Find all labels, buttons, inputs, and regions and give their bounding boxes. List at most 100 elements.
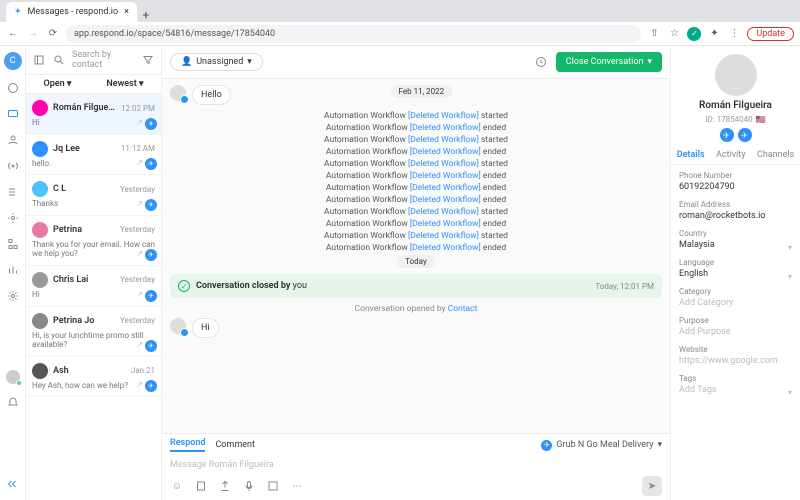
close-conversation-button[interactable]: Close Conversation ▾ xyxy=(556,52,662,72)
telegram-icon: ✈ xyxy=(145,380,157,392)
emoji-icon[interactable]: ☺ xyxy=(170,479,184,493)
search-input[interactable]: Search by contact xyxy=(72,50,135,70)
timestamp: Yesterday xyxy=(120,316,155,325)
tab-comment[interactable]: Comment xyxy=(215,440,254,450)
field-category[interactable]: CategoryAdd Category xyxy=(679,287,792,310)
field-purpose[interactable]: PurposeAdd Purpose xyxy=(679,316,792,339)
date-pill: Feb 11, 2022 xyxy=(391,85,453,98)
field-phone[interactable]: Phone Number60192204790 xyxy=(679,171,792,194)
check-icon: ↗ xyxy=(136,199,143,211)
snippet-icon[interactable] xyxy=(266,479,280,493)
voice-icon[interactable] xyxy=(242,479,256,493)
chrome-menu-icon[interactable]: ⋮ xyxy=(727,27,741,41)
star-icon[interactable]: ☆ xyxy=(667,27,681,41)
assignee-pill[interactable]: 👤 Unassigned ▾ xyxy=(170,53,263,71)
field-email[interactable]: Email Addressroman@rocketbots.io xyxy=(679,200,792,223)
tab-close-icon[interactable]: × xyxy=(124,7,129,17)
forward-icon[interactable]: → xyxy=(26,27,40,41)
channel-selector[interactable]: ✈ Grub N Go Meal Delivery ▾ xyxy=(541,440,662,451)
conversation-item[interactable]: AshJan 21Hey Ash, how can we help?↗✈ xyxy=(26,357,161,398)
user-icon: 👤 xyxy=(181,57,192,67)
browser-tab[interactable]: ✶ Messages - respond.io × xyxy=(6,2,137,22)
search-icon[interactable] xyxy=(52,53,66,67)
conversation-opened-line: Conversation opened by Contact xyxy=(170,304,662,314)
timestamp: Jan 21 xyxy=(131,366,155,375)
contact-name: Román Filgueira xyxy=(53,103,116,113)
settings-icon[interactable] xyxy=(5,288,21,304)
conversation-item[interactable]: PetrinaYesterdayThank you for your email… xyxy=(26,216,161,266)
upload-icon[interactable] xyxy=(218,479,232,493)
url-text: app.respond.io/space/54816/message/17854… xyxy=(74,29,275,39)
telegram-icon: ✈ xyxy=(541,440,552,451)
reload-icon[interactable]: ⟳ xyxy=(46,27,60,41)
check-icon: ↗ xyxy=(136,290,143,302)
avatar xyxy=(32,222,48,238)
field-website[interactable]: Websitehttps://www.google.com xyxy=(679,345,792,368)
browser-tabbar: ✶ Messages - respond.io × + xyxy=(0,0,800,22)
filter-icon[interactable] xyxy=(141,53,155,67)
workflow-event: Automation Workflow [Deleted Workflow] s… xyxy=(170,135,662,145)
chevron-down-icon: ▾ xyxy=(247,57,252,67)
tab-channels[interactable]: Channels xyxy=(757,150,794,160)
avatar xyxy=(32,363,48,379)
broadcast-icon[interactable] xyxy=(5,158,21,174)
tab-activity[interactable]: Activity xyxy=(716,150,745,160)
send-button[interactable]: ➤ xyxy=(642,476,662,496)
conversation-item[interactable]: Petrina JoYesterdayHi, is your lunchtime… xyxy=(26,307,161,357)
workspace-avatar[interactable]: C xyxy=(4,52,22,70)
respond-logo-icon xyxy=(5,476,21,492)
conversation-item[interactable]: C LYesterdayThanks↗✈ xyxy=(26,175,161,216)
contact-name: Petrina xyxy=(53,225,115,235)
ext-icon-1[interactable]: ✓ xyxy=(687,27,701,41)
tab-details[interactable]: Details xyxy=(677,150,705,160)
integrations-icon[interactable] xyxy=(5,210,21,226)
workflows-icon[interactable] xyxy=(5,184,21,200)
channel-icon[interactable]: ✈ xyxy=(738,128,752,142)
reports-icon[interactable] xyxy=(5,262,21,278)
tab-title: Messages - respond.io xyxy=(28,7,119,17)
field-country[interactable]: CountryMalaysia▾ xyxy=(679,229,792,252)
filter-open[interactable]: Open ▾ xyxy=(43,79,71,89)
snooze-icon[interactable] xyxy=(534,55,548,69)
conversation-item[interactable]: Chris LaiYesterdayHi↗✈ xyxy=(26,266,161,307)
timestamp: Yesterday xyxy=(120,275,155,284)
conversation-item[interactable]: Román Filgueira12:02 PMHi↗✈ xyxy=(26,94,161,135)
check-icon: ✓ xyxy=(178,280,190,292)
update-button[interactable]: Update xyxy=(747,27,794,41)
date-pill-today: Today xyxy=(397,255,435,268)
timestamp: 12:02 PM xyxy=(121,104,155,113)
conversation-item[interactable]: Jq Lee11:12 AMhello.↗✈ xyxy=(26,135,161,176)
workflow-event: Automation Workflow [Deleted Workflow] e… xyxy=(170,243,662,253)
profile-avatar xyxy=(715,54,757,96)
field-tags[interactable]: TagsAdd Tags▾ xyxy=(679,374,792,397)
profile-id: ID: 17854040 🇺🇸 xyxy=(705,115,765,124)
workflow-event: Automation Workflow [Deleted Workflow] e… xyxy=(170,123,662,133)
address-bar[interactable]: app.respond.io/space/54816/message/17854… xyxy=(66,25,641,43)
messages-icon[interactable] xyxy=(5,106,21,122)
workflow-event: Automation Workflow [Deleted Workflow] s… xyxy=(170,207,662,217)
collapse-icon[interactable] xyxy=(32,53,46,67)
notifications-icon[interactable] xyxy=(5,395,21,411)
attach-icon[interactable] xyxy=(194,479,208,493)
filter-sort[interactable]: Newest ▾ xyxy=(106,79,143,89)
share-icon[interactable]: ⇧ xyxy=(647,27,661,41)
workflow-event: Automation Workflow [Deleted Workflow] e… xyxy=(170,171,662,181)
avatar xyxy=(32,181,48,197)
message-input[interactable]: Message Román Filgueira xyxy=(170,456,662,474)
org-icon[interactable] xyxy=(5,236,21,252)
telegram-icon[interactable]: ✈ xyxy=(720,128,734,142)
more-icon[interactable]: ⋯ xyxy=(290,479,304,493)
contact-name: C L xyxy=(53,184,115,194)
tab-respond[interactable]: Respond xyxy=(170,438,205,452)
extensions-icon[interactable]: ✦ xyxy=(707,27,721,41)
new-tab-button[interactable]: + xyxy=(137,8,155,22)
workflow-event: Automation Workflow [Deleted Workflow] e… xyxy=(170,219,662,229)
chevron-down-icon: ▾ xyxy=(788,243,792,252)
back-icon[interactable]: ← xyxy=(6,27,20,41)
chevron-down-icon: ▾ xyxy=(647,57,652,67)
dashboard-icon[interactable] xyxy=(5,80,21,96)
field-language[interactable]: LanguageEnglish▾ xyxy=(679,258,792,281)
contact-name: Jq Lee xyxy=(53,144,116,154)
contacts-icon[interactable] xyxy=(5,132,21,148)
user-avatar-icon[interactable] xyxy=(5,369,21,385)
